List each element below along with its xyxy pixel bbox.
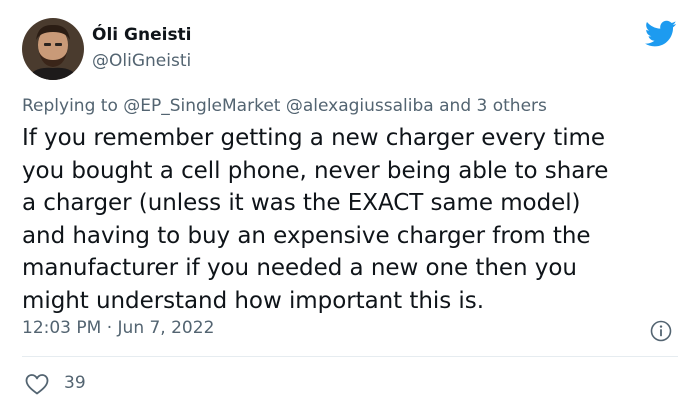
tweet-timestamp[interactable]: 12:03 PM · Jun 7, 2022 [22,318,214,338]
mention-link[interactable]: @EP_SingleMarket [123,96,280,116]
avatar[interactable] [22,18,84,80]
reply-context: Replying to @EP_SingleMarket @alexagiuss… [22,96,547,116]
mention-link[interactable]: @alexagiussaliba [286,96,434,116]
tweet-text-line: you bought a cell phone, never being abl… [22,157,609,184]
divider [22,356,678,357]
like-count: 39 [64,373,86,393]
tweet-text: If you remember getting a new charger ev… [22,122,687,317]
author-handle[interactable]: @OliGneisti [92,51,191,71]
tweet-card: Óli Gneisti @OliGneisti Replying to @EP_… [0,0,700,410]
tweet-text-line: manufacturer if you needed a new one the… [22,255,577,281]
info-icon[interactable] [649,319,673,343]
author-display-name[interactable]: Óli Gneisti [92,25,192,45]
heart-icon[interactable] [24,372,50,396]
tweet-text-line: might understand how important this is. [22,287,484,314]
reply-others[interactable]: and 3 others [439,96,547,116]
tweet-text-line: If you remember getting a new charger ev… [22,125,605,151]
twitter-bird-icon[interactable] [644,20,677,48]
tweet-text-line: and having to buy an expensive charger f… [22,222,591,249]
reply-prefix: Replying to [22,96,118,116]
tweet-text-line: a charger (unless it was the EXACT same … [22,190,581,216]
